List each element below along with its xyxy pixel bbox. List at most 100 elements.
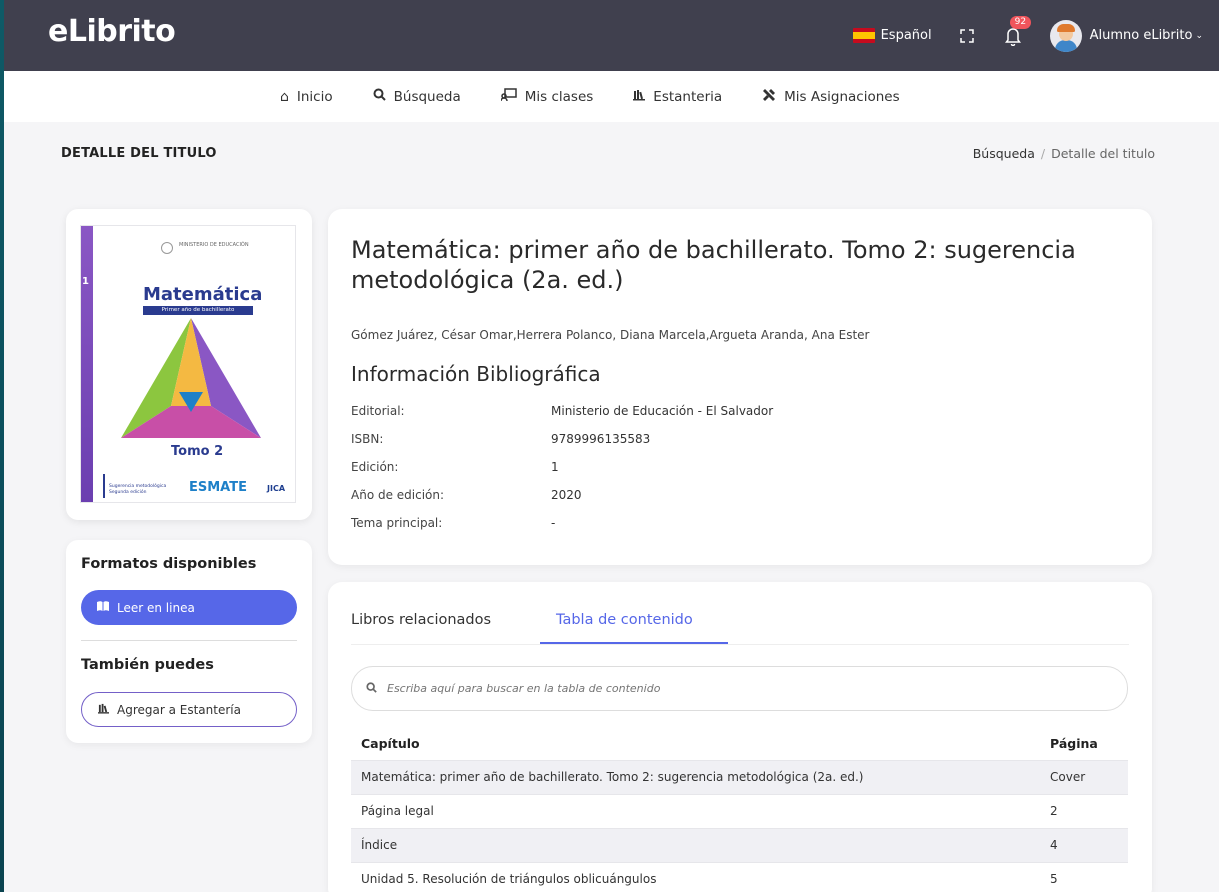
app-window: eLibrito Español 92 Alumno eLibrito ⌄ ⌂ …: [4, 0, 1219, 892]
user-name: Alumno eLibrito: [1089, 28, 1193, 43]
bib-key: Tema principal:: [351, 516, 443, 530]
logo-text: eLibrito: [48, 14, 176, 49]
col-chapter: Capítulo: [361, 736, 420, 752]
app-logo[interactable]: eLibrito: [48, 14, 176, 49]
add-to-shelf-label: Agregar a Estantería: [117, 702, 241, 717]
triangle-illustration: [121, 318, 261, 438]
bib-row-editorial: Editorial: Ministerio de Educación - El …: [351, 404, 773, 418]
add-to-shelf-button[interactable]: Agregar a Estantería: [81, 692, 297, 727]
nav-label: Inicio: [296, 88, 333, 105]
bib-row-isbn: ISBN: 9789996135583: [351, 432, 650, 446]
bookshelf-icon: [98, 703, 109, 717]
toc-table: Capítulo Página Matemática: primer año d…: [351, 728, 1128, 892]
spine-number: 1: [82, 276, 89, 287]
book-cover[interactable]: 1 MINISTERIO DE EDUCACIÓN Matemática Pri…: [80, 225, 296, 503]
fullscreen-icon[interactable]: [959, 28, 974, 43]
chapter-cell: Matemática: primer año de bachillerato. …: [351, 759, 1040, 794]
home-icon: ⌂: [280, 88, 289, 105]
user-menu[interactable]: Alumno eLibrito ⌄: [1049, 19, 1203, 52]
nav-mis-clases[interactable]: Mis clases: [500, 88, 594, 105]
bib-key: Edición:: [351, 460, 399, 474]
page-title: DETALLE DEL TITULO: [61, 146, 217, 161]
cover-subtitle: Primer año de bachillerato: [143, 306, 253, 315]
col-page: Página: [1050, 736, 1098, 752]
formats-heading: Formatos disponibles: [81, 556, 257, 572]
nav-inicio[interactable]: ⌂ Inicio: [280, 89, 333, 105]
also-heading: También puedes: [81, 657, 214, 673]
read-online-label: Leer en linea: [117, 600, 195, 615]
bib-value: Ministerio de Educación - El Salvador: [551, 404, 774, 418]
search-icon: [366, 681, 377, 696]
tools-icon: [762, 88, 776, 106]
bib-heading: Información Bibliográfica: [351, 362, 601, 386]
chapter-cell: Índice: [351, 827, 1040, 862]
main-nav: ⌂ Inicio Búsqueda Mis clases Estanteria: [4, 71, 1219, 122]
bib-key: ISBN:: [351, 432, 384, 446]
esmate-logo: ESMATE: [189, 480, 247, 495]
table-header-row: Capítulo Página: [351, 728, 1128, 760]
avatar: [1049, 19, 1082, 52]
nav-mis-asignaciones[interactable]: Mis Asignaciones: [762, 88, 900, 106]
seal-icon: [161, 242, 173, 254]
cover-volume: Tomo 2: [171, 444, 224, 459]
language-label: Español: [880, 28, 932, 43]
read-online-button[interactable]: Leer en linea: [81, 590, 297, 625]
nav-busqueda[interactable]: Búsqueda: [373, 88, 461, 105]
page-cell: 4: [1040, 827, 1128, 862]
nav-label: Mis clases: [524, 88, 594, 105]
bib-row-anio: Año de edición: 2020: [351, 488, 582, 502]
book-open-icon: [97, 601, 109, 614]
book-info-card: Matemática: primer año de bachillerato. …: [328, 209, 1152, 565]
tab-bar: Libros relacionados Tabla de contenido: [351, 612, 1129, 645]
bib-value: 9789996135583: [551, 432, 651, 446]
table-row[interactable]: Página legal 2: [351, 793, 1128, 828]
cover-spine: 1: [81, 226, 93, 502]
cover-ministry: MINISTERIO DE EDUCACIÓN: [179, 242, 249, 248]
divider: [81, 640, 297, 641]
bib-key: Año de edición:: [351, 488, 445, 502]
tab-libros-relacionados[interactable]: Libros relacionados: [351, 612, 491, 628]
top-header: eLibrito Español 92 Alumno eLibrito ⌄: [4, 0, 1219, 71]
table-row[interactable]: Índice 4: [351, 827, 1128, 862]
book-authors: Gómez Juárez, César Omar,Herrera Polanco…: [351, 328, 870, 342]
table-row[interactable]: Unidad 5. Resolución de triángulos oblic…: [351, 861, 1128, 892]
toc-search-input[interactable]: [387, 682, 1087, 695]
page-cell: 2: [1040, 793, 1128, 828]
cover-title: Matemática: [143, 284, 263, 305]
bib-value: 1: [551, 460, 559, 474]
cover-footer-text: Sugerencia metodológica Segunda edición: [109, 484, 167, 495]
breadcrumb: Búsqueda / Detalle del titulo: [973, 146, 1155, 161]
breadcrumb-separator: /: [1040, 146, 1046, 161]
notification-badge: 92: [1009, 15, 1032, 29]
nav-estanteria[interactable]: Estanteria: [633, 89, 722, 105]
toc-card: Libros relacionados Tabla de contenido C…: [328, 582, 1152, 892]
search-icon: [373, 88, 386, 105]
bib-value: -: [551, 516, 556, 530]
header-actions: Español 92 Alumno eLibrito ⌄: [852, 0, 1203, 71]
chapter-cell: Página legal: [351, 793, 1040, 828]
bib-row-tema: Tema principal: -: [351, 516, 555, 530]
notifications-button[interactable]: 92: [1004, 15, 1032, 46]
formats-card: Formatos disponibles Leer en linea Tambi…: [66, 540, 312, 743]
bib-row-edicion: Edición: 1: [351, 460, 559, 474]
page-header: DETALLE DEL TITULO Búsqueda / Detalle del …: [61, 146, 1155, 161]
page-cell: 5: [1040, 861, 1128, 892]
active-tab-indicator: [540, 642, 728, 644]
language-selector[interactable]: Español: [852, 28, 932, 43]
jica-logo: JICA: [267, 484, 286, 493]
breadcrumb-current: Detalle del titulo: [1051, 146, 1155, 161]
nav-label: Mis Asignaciones: [784, 88, 900, 105]
bell-icon: [1004, 27, 1021, 46]
bookshelf-icon: [633, 89, 646, 105]
classes-icon: [500, 88, 517, 105]
cover-card: 1 MINISTERIO DE EDUCACIÓN Matemática Pri…: [66, 209, 312, 520]
cover-footer-line: [103, 474, 105, 498]
tab-tabla-de-contenido[interactable]: Tabla de contenido: [556, 612, 693, 628]
chevron-down-icon: ⌄: [1195, 30, 1203, 41]
table-row[interactable]: Matemática: primer año de bachillerato. …: [351, 759, 1128, 794]
chapter-cell: Unidad 5. Resolución de triángulos oblic…: [351, 861, 1040, 892]
page-cell: Cover: [1040, 759, 1128, 794]
nav-label: Búsqueda: [393, 88, 461, 105]
breadcrumb-busqueda[interactable]: Búsqueda: [973, 146, 1035, 161]
toc-search[interactable]: [351, 666, 1128, 711]
